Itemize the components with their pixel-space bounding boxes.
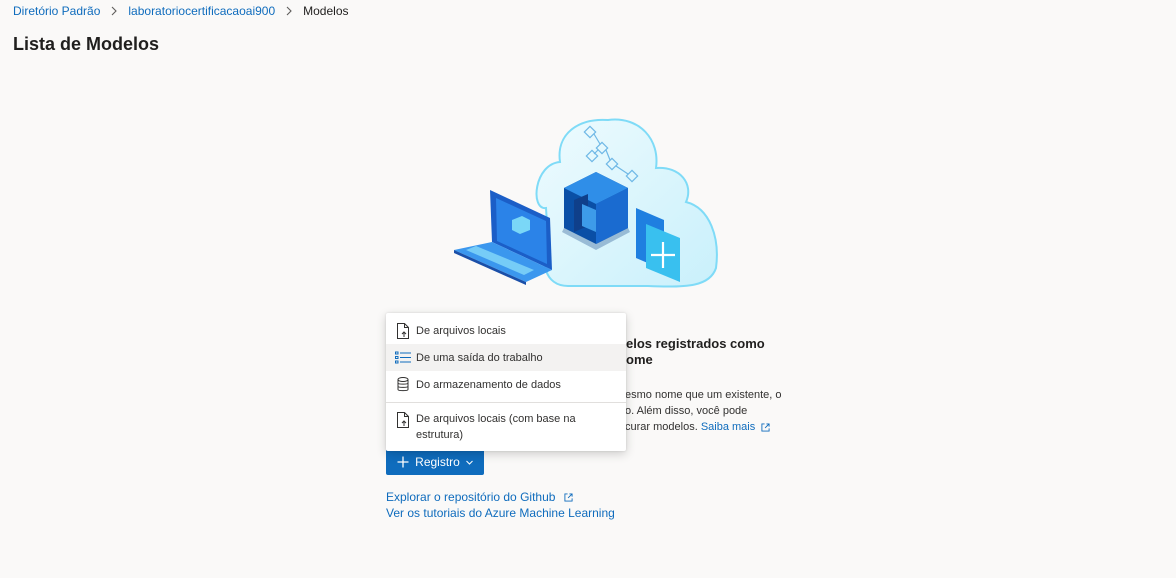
breadcrumb-item-workspace[interactable]: laboratoriocertificacaoai900 — [128, 4, 275, 18]
file-upload-icon — [395, 412, 411, 428]
description-line-3-text: curar modelos. — [625, 421, 698, 433]
breadcrumb-item-current: Modelos — [303, 4, 349, 18]
tutorials-link[interactable]: Ver os tutoriais do Azure Machine Learni… — [386, 505, 615, 521]
external-link-icon — [564, 493, 573, 502]
menu-item-label: De arquivos locais — [416, 324, 506, 337]
external-link-icon — [761, 423, 770, 432]
register-dropdown-menu: De arquivos locais De uma saída do traba… — [386, 313, 626, 451]
menu-item-label: De arquivos locais (com base na estrutur… — [416, 413, 576, 441]
file-upload-icon — [395, 322, 411, 339]
menu-item-label: De uma saída do trabalho — [416, 351, 543, 364]
models-illustration — [454, 118, 718, 288]
github-repo-link[interactable]: Explorar o repositório do Github — [386, 489, 615, 505]
database-icon — [395, 377, 411, 393]
help-links: Explorar o repositório do Github Ver os … — [386, 489, 615, 521]
menu-item-datastore[interactable]: Do armazenamento de dados — [386, 371, 626, 398]
breadcrumb: Diretório Padrão laboratoriocertificacao… — [13, 3, 349, 19]
breadcrumb-item-directory[interactable]: Diretório Padrão — [13, 4, 100, 18]
register-button[interactable]: Registro — [386, 449, 484, 475]
menu-item-local-files-structure[interactable]: De arquivos locais (com base na estrutur… — [386, 407, 626, 447]
menu-item-label: Do armazenamento de dados — [416, 378, 561, 391]
menu-divider — [386, 402, 626, 403]
chevron-right-icon — [286, 6, 292, 16]
menu-item-job-output[interactable]: De uma saída do trabalho — [386, 344, 626, 371]
menu-item-local-files[interactable]: De arquivos locais — [386, 317, 626, 344]
chevron-right-icon — [111, 6, 118, 16]
github-repo-link-text: Explorar o repositório do Github — [386, 490, 556, 504]
chevron-down-icon — [465, 460, 473, 465]
job-output-list-icon — [395, 350, 411, 366]
plus-icon — [397, 456, 409, 468]
page-title: Lista de Modelos — [13, 34, 160, 54]
register-button-label: Registro — [415, 455, 460, 469]
learn-more-link[interactable]: Saiba mais — [701, 421, 755, 433]
